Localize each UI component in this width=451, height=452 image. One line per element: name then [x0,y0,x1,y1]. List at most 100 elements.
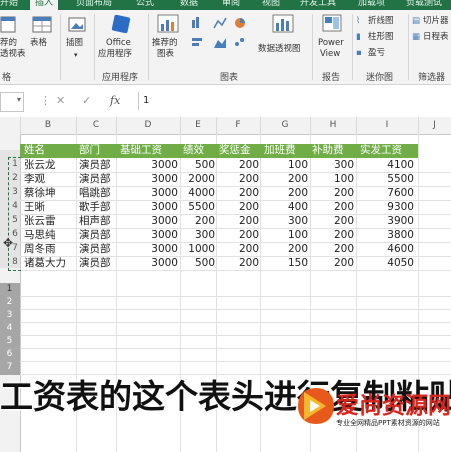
sparkline-column-button[interactable]: ▮ 柱形图 [356,32,404,44]
cell-performance[interactable]: 5500 [183,201,215,214]
formula-input[interactable]: 1 [138,92,451,110]
cell-allowance[interactable]: 200 [312,243,354,256]
cell-name[interactable]: 周冬雨 [24,243,74,256]
cell-bonus-penalty[interactable]: 200 [219,229,259,242]
cell-department[interactable]: 演员部 [79,257,115,270]
recommended-charts-button[interactable]: 推荐的 图表 [152,14,184,66]
insert-function-icon[interactable]: fx [110,92,120,110]
cell-overtime[interactable]: 100 [264,229,308,242]
tab-load-test[interactable]: 负载测试 [406,0,442,10]
cell-base-salary[interactable]: 3000 [120,187,178,200]
chart-type-gallery[interactable] [190,16,256,64]
row-number[interactable]: 3 [0,310,19,320]
column-header-f[interactable]: F [216,117,261,134]
tab-data[interactable]: 数据 [180,0,198,10]
cell-allowance[interactable]: 100 [312,173,354,186]
cell-overtime[interactable]: 200 [264,173,308,186]
column-header-e[interactable]: E [180,117,217,134]
cell-bonus-penalty[interactable]: 200 [219,201,259,214]
cell-base-salary[interactable]: 3000 [120,215,178,228]
row-number[interactable]: 6 [0,349,19,359]
cell-department[interactable]: 演员部 [79,173,115,186]
office-apps-button[interactable]: Office 应用程序 [98,14,144,66]
tab-page-layout[interactable]: 页面布局 [76,0,112,10]
cell-overtime[interactable]: 300 [264,215,308,228]
column-header-h[interactable]: H [310,117,357,134]
row-number[interactable]: 4 [0,323,19,333]
column-header-i[interactable]: I [356,117,419,134]
slicer-button[interactable]: ▤ 切片器 [412,16,451,28]
cell-allowance[interactable]: 200 [312,257,354,270]
cell-overtime[interactable]: 100 [264,159,308,172]
cell-name[interactable]: 张云龙 [24,159,74,172]
column-header-j[interactable]: J [418,117,451,134]
cell-overtime[interactable]: 200 [264,243,308,256]
cell-bonus-penalty[interactable]: 200 [219,159,259,172]
cell-department[interactable]: 相声部 [79,215,115,228]
cell-base-salary[interactable]: 3000 [120,173,178,186]
sparkline-line-button[interactable]: ⌇ 折线图 [356,16,404,28]
row-number[interactable]: 1 [0,284,19,294]
timeline-button[interactable]: ▦ 日程表 [412,32,451,44]
column-header-b[interactable]: B [20,117,77,134]
header-name[interactable]: 姓名 [24,144,74,157]
cell-name[interactable]: 蔡徐坤 [24,187,74,200]
cell-bonus-penalty[interactable]: 200 [219,187,259,200]
row-number[interactable]: 7 [0,362,19,372]
cell-allowance[interactable]: 300 [312,159,354,172]
cancel-icon[interactable]: ✕ [56,92,65,110]
cell-base-salary[interactable]: 3000 [120,201,178,214]
select-all-corner[interactable] [0,117,21,134]
header-net-salary[interactable]: 实发工资 [360,144,418,157]
cell-overtime[interactable]: 200 [264,187,308,200]
cell-bonus-penalty[interactable]: 200 [219,215,259,228]
tab-addins[interactable]: 加载项 [358,0,385,10]
recommended-pivot-button[interactable]: 荐的 透视表 [0,14,26,66]
cell-base-salary[interactable]: 3000 [120,257,178,270]
tab-view[interactable]: 视图 [262,0,280,10]
cell-department[interactable]: 演员部 [79,229,115,242]
cell-net-salary[interactable]: 4600 [360,243,414,256]
cell-name[interactable]: 诸葛大力 [24,257,74,270]
tab-insert[interactable]: 插入 [30,0,59,10]
column-header-g[interactable]: G [260,117,311,134]
cell-name[interactable]: 王晰 [24,201,74,214]
enter-icon[interactable]: ✓ [82,92,91,110]
tab-developer[interactable]: 开发工具 [300,0,336,10]
header-base-salary[interactable]: 基础工资 [120,144,180,157]
cell-performance[interactable]: 500 [183,159,215,172]
cell-allowance[interactable]: 200 [312,201,354,214]
cell-performance[interactable]: 1000 [183,243,215,256]
cell-net-salary[interactable]: 4050 [360,257,414,270]
header-allowance[interactable]: 补助费 [312,144,356,157]
name-box-dropdown-icon[interactable]: ▾ [17,95,21,104]
cell-net-salary[interactable]: 3900 [360,215,414,228]
illustrations-button[interactable]: 插图 ▾ [64,14,90,66]
cell-bonus-penalty[interactable]: 200 [219,173,259,186]
cell-department[interactable]: 歌手部 [79,201,115,214]
cell-bonus-penalty[interactable]: 200 [219,243,259,256]
cell-overtime[interactable]: 400 [264,201,308,214]
cell-allowance[interactable]: 200 [312,187,354,200]
tab-home[interactable]: 开始 [0,0,18,10]
column-header-c[interactable]: C [76,117,117,134]
cell-name[interactable]: 张云雷 [24,215,74,228]
cell-department[interactable]: 演员部 [79,159,115,172]
cell-performance[interactable]: 2000 [183,173,215,186]
cell-overtime[interactable]: 150 [264,257,308,270]
cell-allowance[interactable]: 200 [312,215,354,228]
cell-net-salary[interactable]: 9300 [360,201,414,214]
sparkline-winloss-button[interactable]: ▪ 盈亏 [356,48,404,60]
column-header-d[interactable]: D [116,117,181,134]
cell-name[interactable]: 李观 [24,173,74,186]
header-department[interactable]: 部门 [79,144,115,157]
cell-base-salary[interactable]: 3000 [120,243,178,256]
cell-performance[interactable]: 4000 [183,187,215,200]
cell-department[interactable]: 演员部 [79,243,115,256]
cell-base-salary[interactable]: 3000 [120,229,178,242]
tab-review[interactable]: 审阅 [222,0,240,10]
cell-bonus-penalty[interactable]: 200 [219,257,259,270]
pivot-chart-button[interactable]: 数据透视图 [258,14,308,66]
header-bonus-penalty[interactable]: 奖惩金 [219,144,259,157]
cell-allowance[interactable]: 200 [312,229,354,242]
